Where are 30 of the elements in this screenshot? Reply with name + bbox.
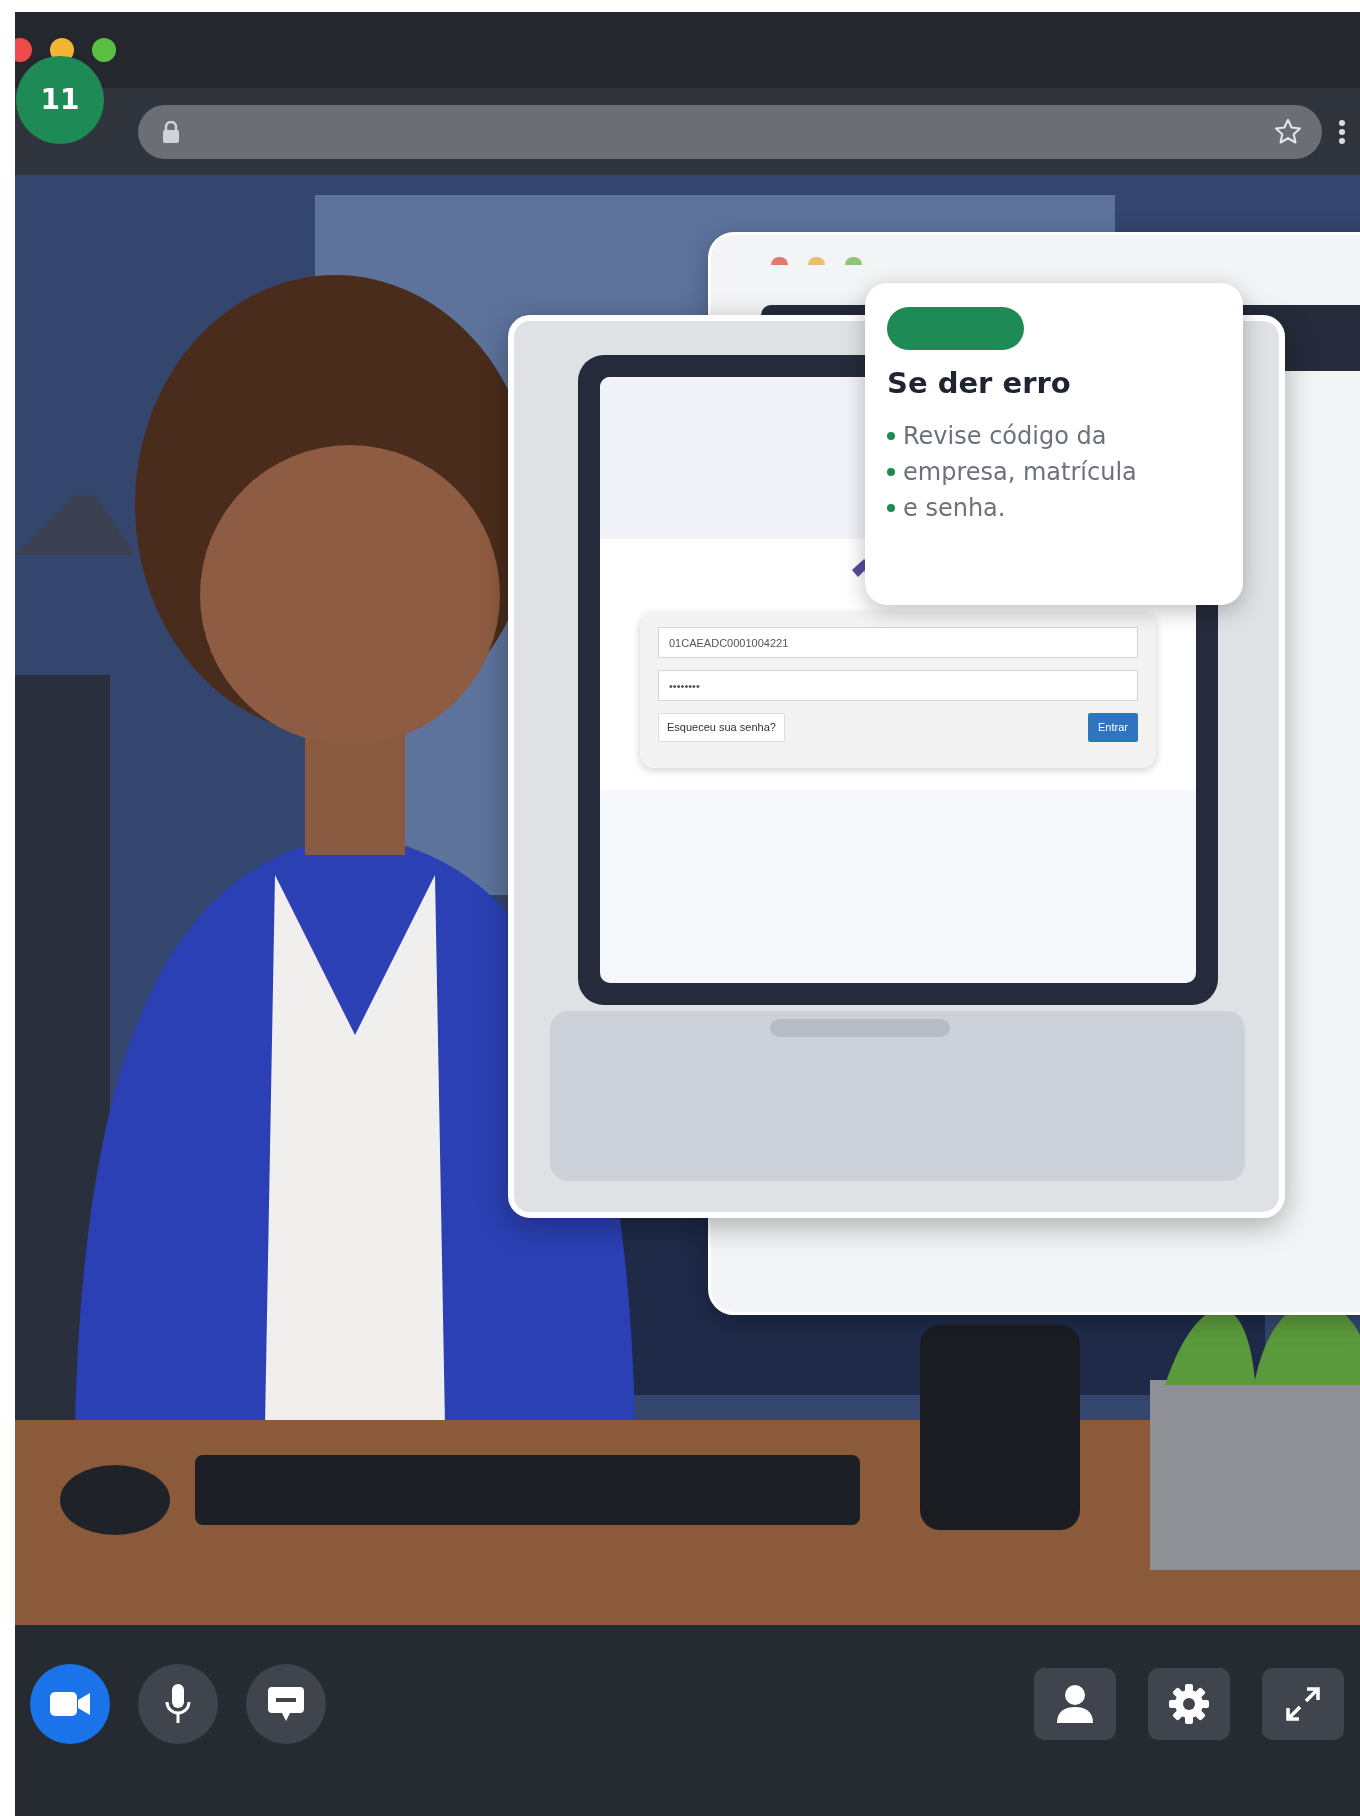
tip-title: Se der erro	[887, 365, 1072, 402]
fullscreen-icon	[1285, 1686, 1321, 1722]
settings-icon	[1169, 1684, 1209, 1724]
person-icon	[1057, 1685, 1093, 1723]
bullet-icon	[887, 431, 895, 440]
forgot-password-button[interactable]: Esqueceu sua senha?	[658, 713, 785, 742]
chat-icon	[268, 1687, 304, 1721]
maximize-light[interactable]	[92, 38, 116, 62]
person-button[interactable]	[1034, 1668, 1116, 1740]
company-field[interactable]: 01CAEADC0001004221	[658, 627, 1138, 658]
step-badge: 11	[16, 56, 104, 144]
star-icon[interactable]	[1274, 118, 1302, 145]
bullet-icon	[887, 467, 895, 476]
menu-icon[interactable]	[1338, 118, 1346, 145]
login-button[interactable]: Entrar	[1088, 713, 1138, 742]
minimize-light	[808, 257, 825, 265]
tip-text: empresa, matrícula	[903, 456, 1137, 488]
tip-text: e senha.	[903, 492, 1006, 524]
fullscreen-button[interactable]	[1262, 1668, 1344, 1740]
bullet-icon	[887, 503, 895, 512]
password-field[interactable]: ••••••••	[658, 670, 1138, 701]
maximize-light	[845, 257, 862, 265]
settings-button[interactable]	[1148, 1668, 1230, 1740]
lock-icon	[162, 120, 180, 143]
tip-text: Revise código da	[903, 420, 1107, 452]
address-bar[interactable]	[138, 104, 1322, 159]
close-light	[771, 257, 788, 265]
microphone-icon	[165, 1684, 191, 1724]
close-light[interactable]	[15, 38, 32, 62]
camera-icon	[50, 1691, 90, 1717]
